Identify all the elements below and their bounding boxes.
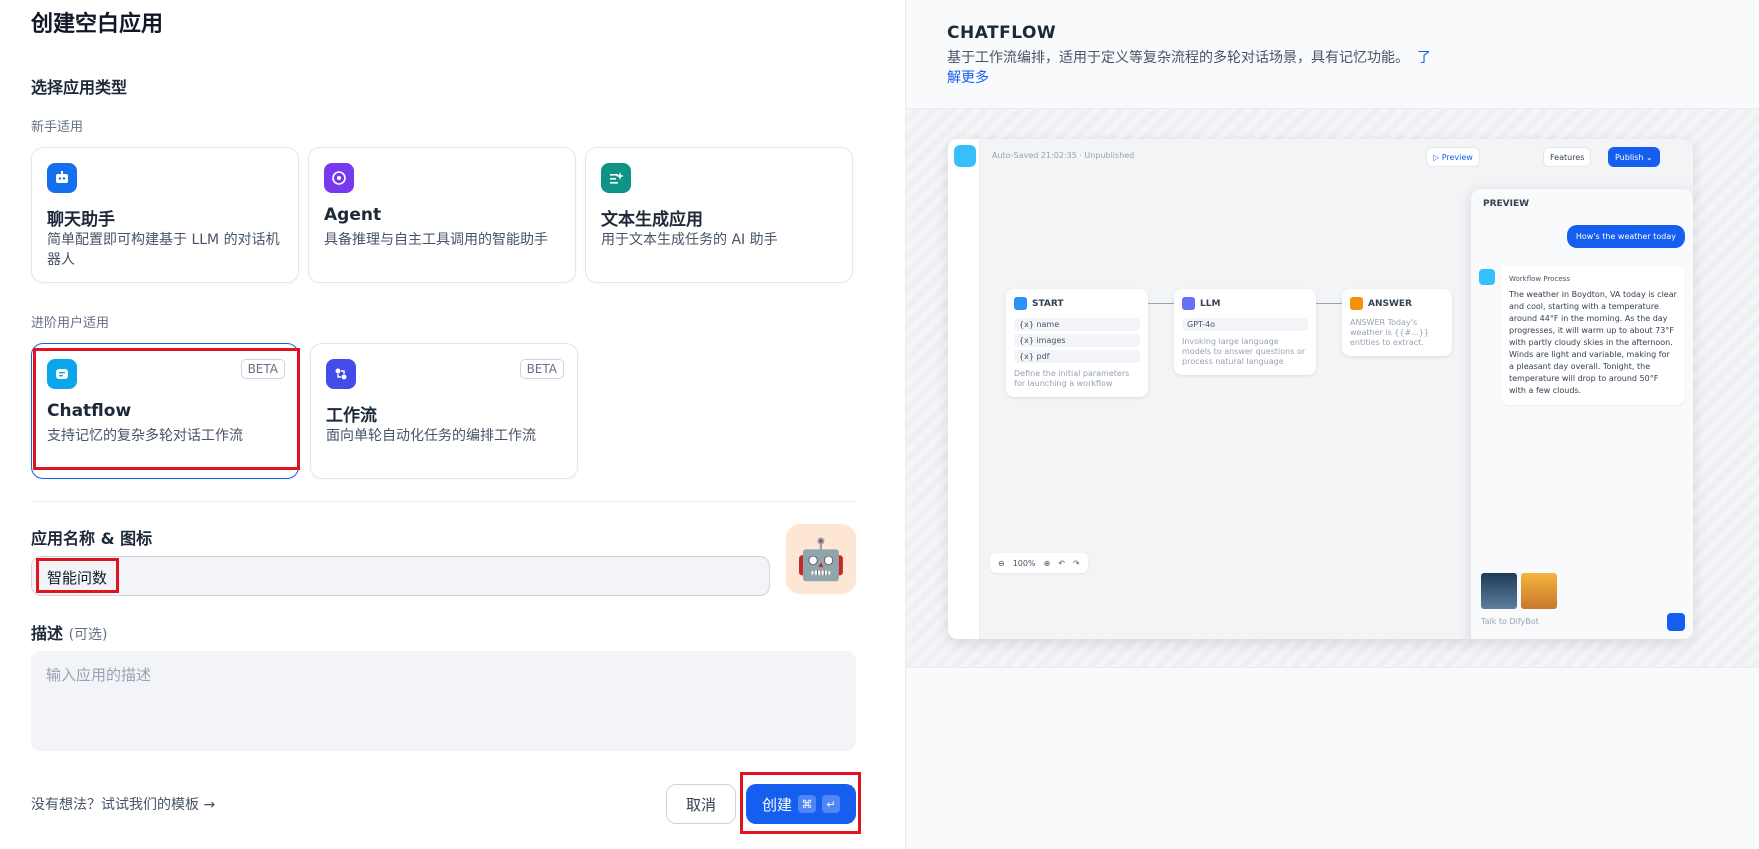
beta-badge: BETA [519,359,564,379]
send-icon [1667,613,1685,631]
app-type-name: 工作流 [326,406,377,426]
beginner-group-label: 新手适用 [31,120,84,135]
app-name-label: 应用名称 & 图标 [31,529,153,548]
attached-images [1481,573,1557,609]
preview-panel: CHATFLOW 基于工作流编排，适用于定义等复杂流程的多轮对话场景，具有记忆功… [905,0,1759,849]
create-button[interactable]: 创建 ⌘ ↵ [746,784,856,824]
node-row: {x} images [1014,334,1140,347]
edge [1148,303,1174,304]
text-generation-icon [601,163,631,193]
image-thumbnail [1521,573,1557,609]
description-label: 描述 (可选) [31,620,108,644]
create-label: 创建 [761,795,792,814]
divider [31,501,856,502]
llm-node: LLM GPT-4o Invoking large language model… [1174,289,1316,375]
app-type-name: 聊天助手 [47,210,115,230]
advanced-group-label: 进阶用户适用 [31,316,110,331]
workflow-process-tag: Workflow Process [1509,275,1570,283]
zoom-in-icon: ⊕ [1043,558,1051,568]
edge [1316,303,1342,304]
chatflow-icon [47,359,77,389]
answer-text: The weather in Boydton, VA today is clea… [1509,290,1677,395]
node-desc: Invoking large language models to answer… [1182,337,1306,366]
app-type-desc: 面向单轮自动化任务的编排工作流 [326,428,536,444]
chat-preview-title: PREVIEW [1483,199,1530,209]
workflow-canvas-screenshot: Auto-Saved 21:02:35 · Unpublished ▷ Prev… [948,139,1693,639]
app-type-heading: 选择应用类型 [31,78,128,97]
template-link[interactable]: 没有想法？试试我们的模板 → [31,794,215,814]
preview-image-area: Auto-Saved 21:02:35 · Unpublished ▷ Prev… [906,108,1759,668]
features-button: Features [1543,147,1592,167]
agent-icon [324,163,354,193]
app-type-desc: 具备推理与自主工具调用的智能助手 [324,232,548,248]
node-title: START [1032,298,1064,309]
chat-preview-panel: PREVIEW How's the weather today Workflow… [1471,189,1693,639]
app-type-name: 文本生成应用 [601,210,703,230]
dialog-title: 创建空白应用 [31,12,164,37]
description-textarea[interactable]: 输入应用的描述 [31,651,856,751]
command-key-icon: ⌘ [798,795,816,813]
app-type-name: Chatflow [47,401,132,421]
zoom-out-icon: ⊖ [998,558,1005,568]
node-desc: Define the initial parameters for launch… [1014,369,1130,388]
create-app-panel: 创建空白应用 选择应用类型 新手适用 聊天助手 简单配置即可构建基于 LLM 的… [0,0,905,849]
preview-title: CHATFLOW [947,23,1057,43]
node-row: GPT-4o [1182,318,1308,331]
user-question: How's the weather today [1566,225,1685,248]
publish-button: Publish ⌄ [1608,147,1660,167]
description-placeholder: 输入应用的描述 [46,666,152,684]
undo-icon: ↶ [1058,558,1065,568]
optional-hint: (可选) [68,627,108,643]
canvas-zoom-bar: ⊖ 100% ⊕ ↶ ↷ [990,553,1088,573]
canvas-sidebar [948,139,980,639]
bot-answer: Workflow Process The weather in Boydton,… [1501,265,1685,405]
autosave-status: Auto-Saved 21:02:35 · Unpublished [992,151,1135,160]
beta-badge: BETA [240,359,285,379]
start-node-icon [1014,297,1027,310]
redo-icon: ↷ [1072,558,1080,568]
dify-logo-icon [954,145,976,167]
app-name-input[interactable]: 智能问数 [31,556,770,596]
zoom-level: 100% [1012,558,1036,568]
answer-node: ANSWER ANSWER Today's weather is {{#...}… [1342,289,1452,356]
llm-node-icon [1182,297,1195,310]
app-name-value: 智能问数 [47,569,108,587]
app-icon-picker[interactable]: 🤖 [786,524,856,594]
app-type-card-chatflow[interactable]: BETA Chatflow 支持记忆的复杂多轮对话工作流 [31,343,299,479]
app-type-desc: 支持记忆的复杂多轮对话工作流 [47,428,243,444]
cancel-button[interactable]: 取消 [666,784,736,824]
app-type-card-agent[interactable]: Agent 具备推理与自主工具调用的智能助手 [308,147,576,283]
app-type-card-workflow[interactable]: BETA 工作流 面向单轮自动化任务的编排工作流 [310,343,578,479]
node-row: {x} name [1014,318,1140,331]
app-type-name: Agent [324,205,382,225]
image-thumbnail [1481,573,1517,609]
answer-node-icon [1350,297,1363,310]
preview-description: 基于工作流编排，适用于定义等复杂流程的多轮对话场景，具有记忆功能。 了解更多 [947,48,1437,88]
node-row: {x} pdf [1014,350,1140,363]
chat-input-placeholder: Talk to DifyBot [1481,617,1539,626]
node-title: LLM [1200,298,1221,309]
description-label-text: 描述 [31,624,64,643]
app-type-desc: 用于文本生成任务的 AI 助手 [601,232,778,248]
preview-description-text: 基于工作流编排，适用于定义等复杂流程的多轮对话场景，具有记忆功能。 [947,50,1409,66]
node-title: ANSWER [1368,298,1412,309]
app-type-card-text-generation[interactable]: 文本生成应用 用于文本生成任务的 AI 助手 [585,147,853,283]
preview-button: ▷ Preview [1426,147,1480,167]
app-type-desc: 简单配置即可构建基于 LLM 的对话机器人 [47,232,280,268]
bot-avatar-icon [1479,269,1495,285]
node-desc: ANSWER Today's weather is {{#...}} entit… [1350,318,1429,347]
app-type-card-chatbot[interactable]: 聊天助手 简单配置即可构建基于 LLM 的对话机器人 [31,147,299,283]
chat-bot-icon [47,163,77,193]
enter-key-icon: ↵ [822,795,840,813]
start-node: START {x} name {x} images {x} pdf Define… [1006,289,1148,397]
workflow-icon [326,359,356,389]
